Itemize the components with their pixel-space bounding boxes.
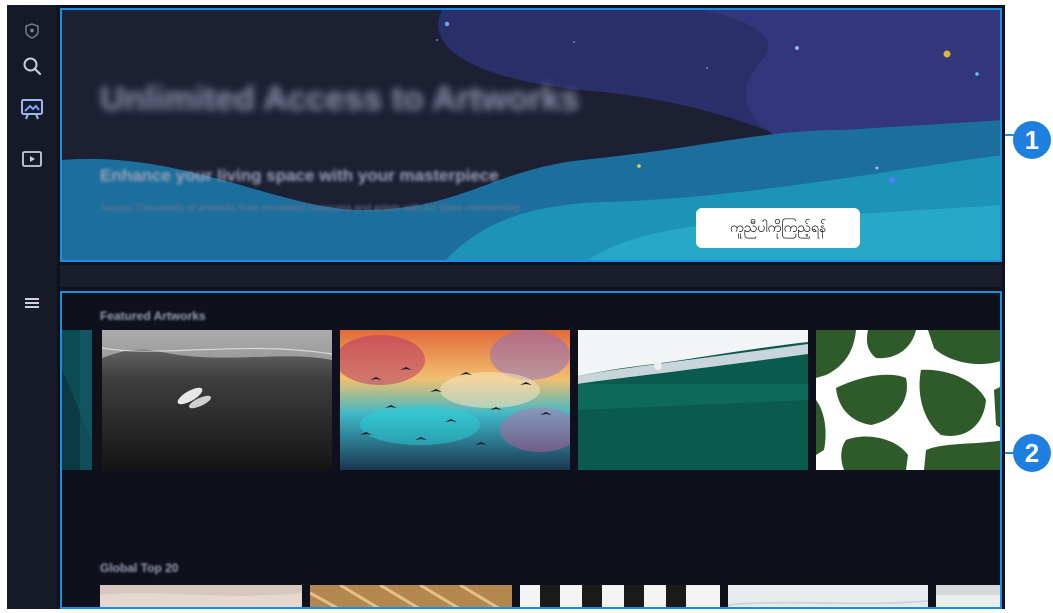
- featured-artworks-title: Featured Artworks: [100, 309, 206, 323]
- artwork-thumbnail[interactable]: [102, 330, 332, 470]
- global-top-20-title: Global Top 20: [100, 561, 179, 575]
- callout-badge-1: 1: [1013, 121, 1051, 159]
- artworks-content-area: Featured Artworks Global Top 20: [60, 291, 1002, 609]
- artwork-thumbnail[interactable]: [310, 585, 512, 607]
- media-icon[interactable]: [18, 145, 46, 173]
- hero-banner[interactable]: Unlimited Access to Artworks Enhance you…: [60, 8, 1002, 262]
- sidebar: [7, 5, 57, 609]
- artwork-thumbnail[interactable]: [728, 585, 928, 607]
- art-store-icon[interactable]: [18, 95, 46, 123]
- divider-strip: [60, 265, 1002, 287]
- artwork-thumbnail[interactable]: [100, 585, 302, 607]
- shield-icon[interactable]: [18, 17, 46, 45]
- hero-subtitle: Enhance your living space with your mast…: [100, 166, 499, 185]
- hero-background-art: [62, 10, 1000, 260]
- menu-icon[interactable]: [18, 289, 46, 317]
- search-icon[interactable]: [18, 52, 46, 80]
- artwork-thumbnail[interactable]: [936, 585, 1000, 607]
- artwork-thumbnail[interactable]: [340, 330, 570, 470]
- callout-badge-2: 2: [1013, 434, 1051, 472]
- hero-description: Access Thousands of artworks from renown…: [100, 203, 521, 214]
- tv-screen: Unlimited Access to Artworks Enhance you…: [7, 5, 1005, 609]
- view-help-button[interactable]: ကူညီပါကိုကြည့်ရန်: [696, 208, 860, 248]
- artwork-thumbnail[interactable]: [578, 330, 808, 470]
- artwork-thumbnail[interactable]: [62, 330, 92, 470]
- artwork-thumbnail[interactable]: [816, 330, 1000, 470]
- hero-title: Unlimited Access to Artworks: [100, 80, 580, 118]
- artwork-thumbnail[interactable]: [520, 585, 720, 607]
